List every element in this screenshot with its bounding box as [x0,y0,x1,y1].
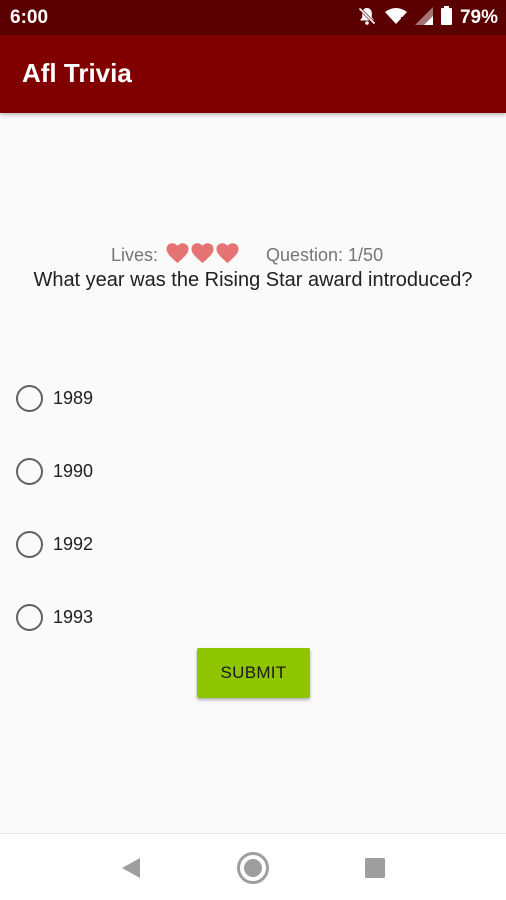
answer-label: 1993 [53,606,94,627]
answer-option-1990[interactable]: 1990 [16,456,93,486]
battery-icon [440,6,452,30]
home-icon [237,852,269,884]
status-time: 6:00 [10,7,49,28]
status-bar: 6:00 79% [0,0,506,35]
lives-hearts [166,242,239,264]
answer-option-1989[interactable]: 1989 [16,383,93,413]
lives-label: Lives: [111,245,159,265]
radio-button[interactable] [16,530,43,558]
answer-option-1993[interactable]: 1993 [16,602,93,632]
stats-row: Lives: Question: 1/50 [0,240,506,270]
battery-percent: 79% [459,7,498,28]
app-bar: Afl Trivia [0,35,506,113]
recents-icon [365,858,385,878]
app-title: Afl Trivia [22,58,132,88]
wifi-icon [384,7,407,30]
heart-icon [166,243,189,264]
back-button[interactable] [113,850,149,886]
recents-button[interactable] [357,850,393,886]
question-text: What year was the Rising Star award intr… [33,269,473,291]
answer-label: 1992 [53,533,94,554]
heart-icon [191,243,214,264]
question-counter: Question: 1/50 [266,245,384,265]
submit-button[interactable]: SUBMIT [197,648,310,698]
answer-label: 1989 [53,387,94,408]
answer-label: 1990 [53,460,94,481]
signal-icon [414,6,433,30]
status-icons: 79% [357,6,498,30]
heart-icon [216,243,239,264]
notifications-off-icon [357,6,377,31]
radio-button[interactable] [16,457,43,485]
back-icon [122,858,140,878]
system-nav-bar [0,833,506,900]
radio-button[interactable] [16,603,43,631]
answer-option-1992[interactable]: 1992 [16,529,93,559]
quiz-content: Lives: Question: 1/50 What year was the … [0,113,506,833]
radio-button[interactable] [16,384,43,412]
home-button[interactable] [235,850,271,886]
